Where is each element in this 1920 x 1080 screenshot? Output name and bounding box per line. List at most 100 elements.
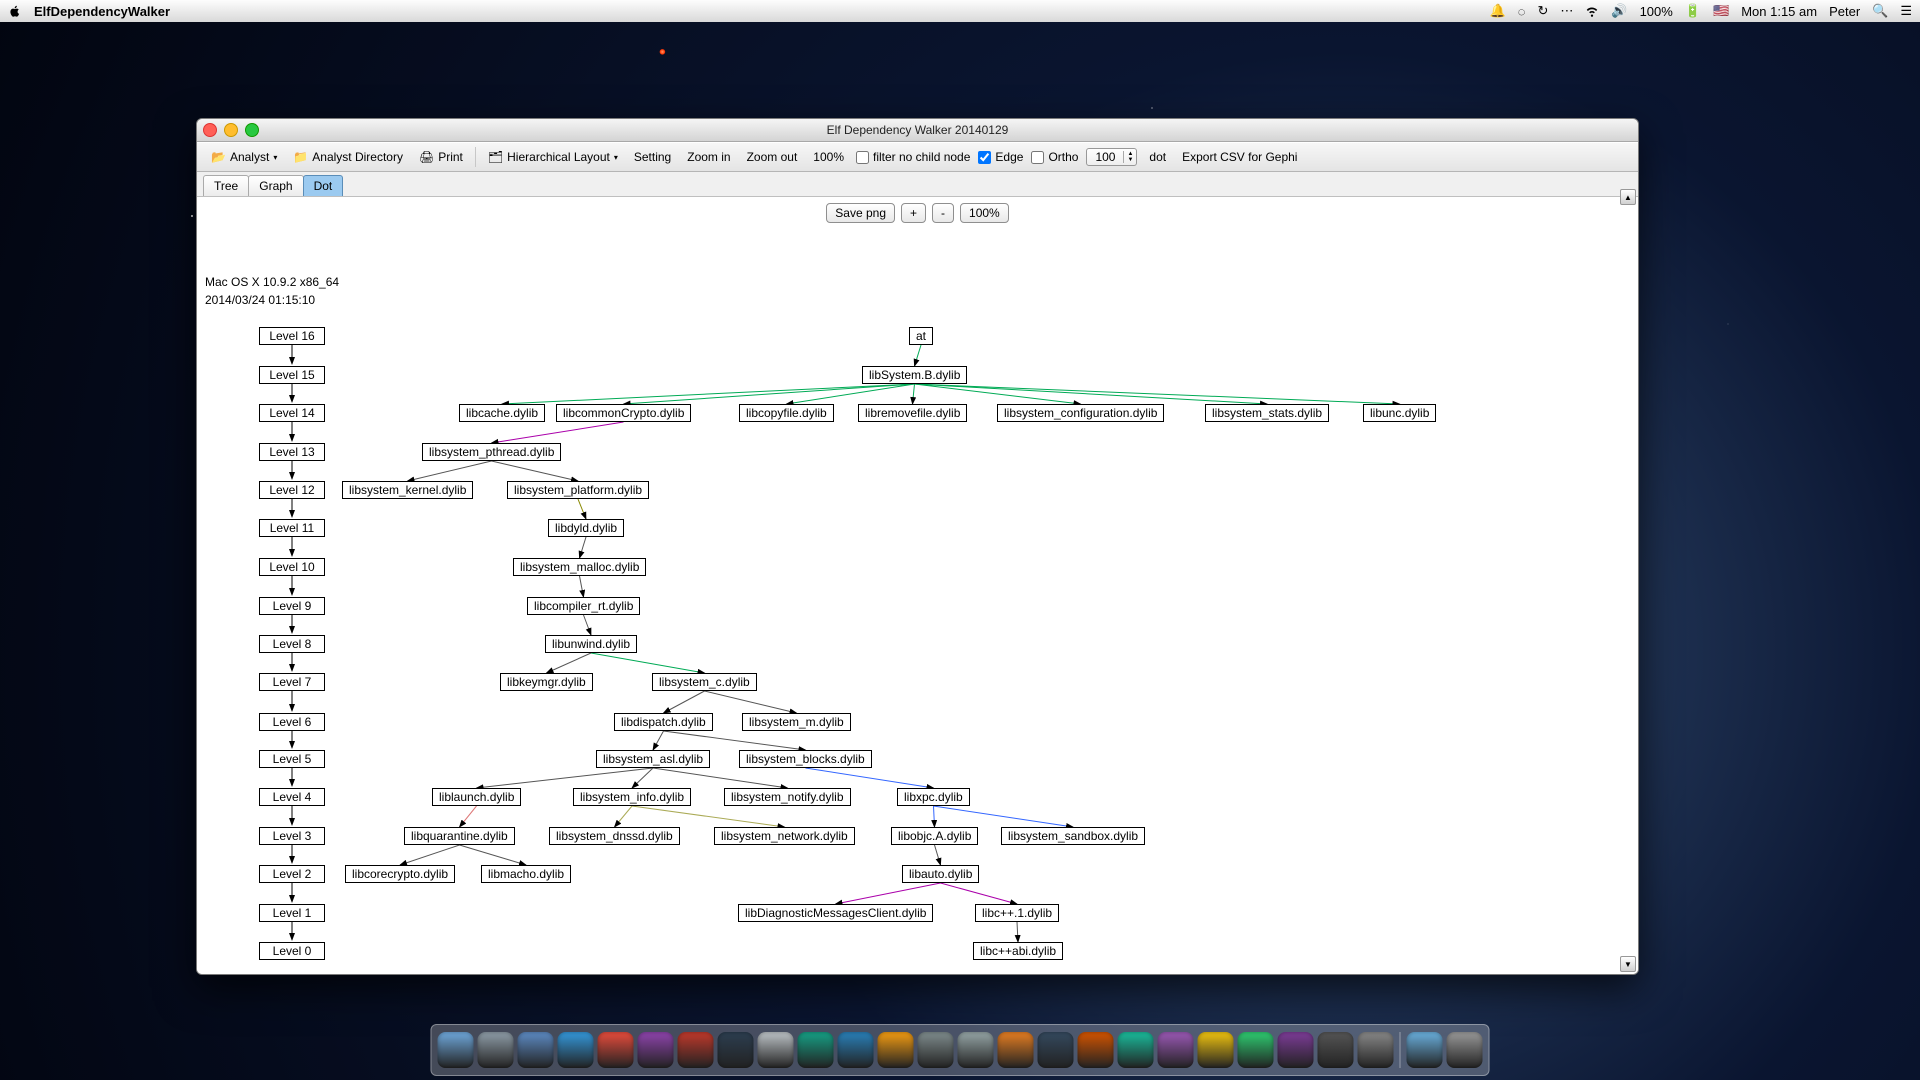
dep-node-libsystem_network[interactable]: libsystem_network.dylib bbox=[714, 827, 855, 845]
zoom-percent-button[interactable]: 100% bbox=[960, 203, 1009, 223]
menubar-clock[interactable]: Mon 1:15 am bbox=[1741, 4, 1817, 19]
filter-nochild-checkbox[interactable]: filter no child node bbox=[856, 150, 970, 164]
dock-item-3[interactable] bbox=[558, 1032, 594, 1068]
sync-icon[interactable]: ◌ bbox=[1518, 4, 1526, 19]
time-machine-icon[interactable]: ↻ bbox=[1537, 3, 1548, 19]
scroll-down-button[interactable]: ▼ bbox=[1620, 956, 1636, 972]
dep-node-libsystem_configuration[interactable]: libsystem_configuration.dylib bbox=[997, 404, 1164, 422]
dock-item-15[interactable] bbox=[1038, 1032, 1074, 1068]
dep-node-libsystem_kernel[interactable]: libsystem_kernel.dylib bbox=[342, 481, 473, 499]
dep-node-libobjc[interactable]: libobjc.A.dylib bbox=[891, 827, 978, 845]
app-name[interactable]: ElfDependencyWalker bbox=[34, 4, 170, 19]
dock-item-5[interactable] bbox=[638, 1032, 674, 1068]
dock-item-21[interactable] bbox=[1278, 1032, 1314, 1068]
dock-item-11[interactable] bbox=[878, 1032, 914, 1068]
dep-node-libsystem_asl[interactable]: libsystem_asl.dylib bbox=[596, 750, 710, 768]
dock-item-23[interactable] bbox=[1358, 1032, 1394, 1068]
print-button[interactable]: 🖨Print bbox=[415, 149, 467, 165]
dep-node-libauto[interactable]: libauto.dylib bbox=[902, 865, 979, 883]
zoom-reset-button[interactable]: 100% bbox=[809, 149, 848, 165]
dep-node-libquarantine[interactable]: libquarantine.dylib bbox=[404, 827, 515, 845]
bluetooth-icon[interactable]: ⋯ bbox=[1560, 3, 1573, 19]
dock-item-18[interactable] bbox=[1158, 1032, 1194, 1068]
dep-node-libsystem_sandbox[interactable]: libsystem_sandbox.dylib bbox=[1001, 827, 1145, 845]
battery-icon[interactable]: 🔋 bbox=[1685, 3, 1701, 19]
dock-item-2[interactable] bbox=[518, 1032, 554, 1068]
dep-node-libsystem_stats[interactable]: libsystem_stats.dylib bbox=[1205, 404, 1329, 422]
dep-node-libsystem_pthread[interactable]: libsystem_pthread.dylib bbox=[422, 443, 561, 461]
apple-menu-icon[interactable] bbox=[8, 4, 22, 18]
dep-node-libSystemB[interactable]: libSystem.B.dylib bbox=[862, 366, 967, 384]
dep-node-libsystem_blocks[interactable]: libsystem_blocks.dylib bbox=[739, 750, 872, 768]
dep-node-libsystem_m[interactable]: libsystem_m.dylib bbox=[742, 713, 851, 731]
dep-node-libcache[interactable]: libcache.dylib bbox=[459, 404, 545, 422]
dock-item-20[interactable] bbox=[1238, 1032, 1274, 1068]
dep-node-libDiag[interactable]: libDiagnosticMessagesClient.dylib bbox=[738, 904, 933, 922]
menubar-user[interactable]: Peter bbox=[1829, 4, 1860, 19]
dep-node-libsystem_platform[interactable]: libsystem_platform.dylib bbox=[507, 481, 649, 499]
dock-item-12[interactable] bbox=[918, 1032, 954, 1068]
dock-item-22[interactable] bbox=[1318, 1032, 1354, 1068]
dot-button[interactable]: dot bbox=[1145, 149, 1170, 165]
dock-item-19[interactable] bbox=[1198, 1032, 1234, 1068]
dock-item-16[interactable] bbox=[1078, 1032, 1114, 1068]
dock-item-1[interactable] bbox=[478, 1032, 514, 1068]
dep-node-libsystem_dnssd[interactable]: libsystem_dnssd.dylib bbox=[549, 827, 680, 845]
zoom-out-button[interactable]: Zoom out bbox=[743, 149, 802, 165]
dock-item-8[interactable] bbox=[758, 1032, 794, 1068]
spinner-down-icon[interactable]: ▼ bbox=[1124, 157, 1136, 163]
zoom-in-button[interactable]: Zoom in bbox=[683, 149, 734, 165]
dep-node-libcompiler_rt[interactable]: libcompiler_rt.dylib bbox=[527, 597, 640, 615]
dep-node-libcxx1[interactable]: libc++.1.dylib bbox=[975, 904, 1059, 922]
tab-dot[interactable]: Dot bbox=[303, 175, 344, 196]
dock-item-10[interactable] bbox=[838, 1032, 874, 1068]
dep-node-libsystem_notify[interactable]: libsystem_notify.dylib bbox=[724, 788, 851, 806]
dock-item-9[interactable] bbox=[798, 1032, 834, 1068]
save-png-button[interactable]: Save png bbox=[826, 203, 895, 223]
dock-item-13[interactable] bbox=[958, 1032, 994, 1068]
dep-node-libunwind[interactable]: libunwind.dylib bbox=[545, 635, 637, 653]
close-icon[interactable] bbox=[203, 123, 217, 137]
analyst-button[interactable]: 📂Analyst ▾ bbox=[207, 149, 281, 165]
input-flag-icon[interactable]: 🇺🇸 bbox=[1713, 3, 1729, 19]
dep-node-libsystem_info[interactable]: libsystem_info.dylib bbox=[573, 788, 691, 806]
ortho-checkbox[interactable]: Ortho bbox=[1031, 150, 1078, 164]
zoom-spinner-input[interactable] bbox=[1087, 149, 1123, 165]
tab-tree[interactable]: Tree bbox=[203, 175, 249, 196]
dep-node-libxpc[interactable]: libxpc.dylib bbox=[897, 788, 970, 806]
dependency-graph-canvas[interactable]: Mac OS X 10.9.2 x86_64 2014/03/24 01:15:… bbox=[197, 229, 1638, 974]
tab-graph[interactable]: Graph bbox=[248, 175, 303, 196]
layout-button[interactable]: 🗂Hierarchical Layout ▾ bbox=[484, 149, 622, 165]
dep-node-libdispatch[interactable]: libdispatch.dylib bbox=[614, 713, 713, 731]
dock-item-6[interactable] bbox=[678, 1032, 714, 1068]
dep-node-libdyld[interactable]: libdyld.dylib bbox=[548, 519, 624, 537]
zoom-plus-button[interactable]: + bbox=[901, 203, 926, 223]
spotlight-icon[interactable]: 🔍 bbox=[1872, 3, 1888, 19]
zoom-minus-button[interactable]: - bbox=[932, 203, 954, 223]
dock-item-25[interactable] bbox=[1447, 1032, 1483, 1068]
dep-node-libkeymgr[interactable]: libkeymgr.dylib bbox=[500, 673, 593, 691]
setting-button[interactable]: Setting bbox=[630, 149, 675, 165]
dep-node-libremovefile[interactable]: libremovefile.dylib bbox=[858, 404, 967, 422]
analyst-directory-button[interactable]: 📁Analyst Directory bbox=[289, 149, 407, 165]
export-csv-button[interactable]: Export CSV for Gephi bbox=[1178, 149, 1301, 165]
dep-node-libcommonCrypto[interactable]: libcommonCrypto.dylib bbox=[556, 404, 691, 422]
zoom-spinner[interactable]: ▲▼ bbox=[1086, 148, 1137, 166]
volume-icon[interactable]: 🔊 bbox=[1611, 3, 1627, 19]
dock-item-17[interactable] bbox=[1118, 1032, 1154, 1068]
dep-node-at[interactable]: at bbox=[909, 327, 933, 345]
dep-node-libcopyfile[interactable]: libcopyfile.dylib bbox=[739, 404, 834, 422]
dep-node-libunc[interactable]: libunc.dylib bbox=[1363, 404, 1436, 422]
scroll-up-button[interactable]: ▲ bbox=[1620, 189, 1636, 205]
edge-checkbox[interactable]: Edge bbox=[978, 150, 1023, 164]
dep-node-libsystem_malloc[interactable]: libsystem_malloc.dylib bbox=[513, 558, 646, 576]
dock-item-14[interactable] bbox=[998, 1032, 1034, 1068]
notification-icon[interactable]: 🔔 bbox=[1490, 3, 1506, 19]
dep-node-libmacho[interactable]: libmacho.dylib bbox=[481, 865, 571, 883]
dock-item-4[interactable] bbox=[598, 1032, 634, 1068]
dep-node-libcorecrypto[interactable]: libcorecrypto.dylib bbox=[345, 865, 455, 883]
dock-item-24[interactable] bbox=[1407, 1032, 1443, 1068]
window-titlebar[interactable]: Elf Dependency Walker 20140129 bbox=[197, 119, 1638, 142]
dep-node-libsystem_c[interactable]: libsystem_c.dylib bbox=[652, 673, 757, 691]
minimize-icon[interactable] bbox=[224, 123, 238, 137]
